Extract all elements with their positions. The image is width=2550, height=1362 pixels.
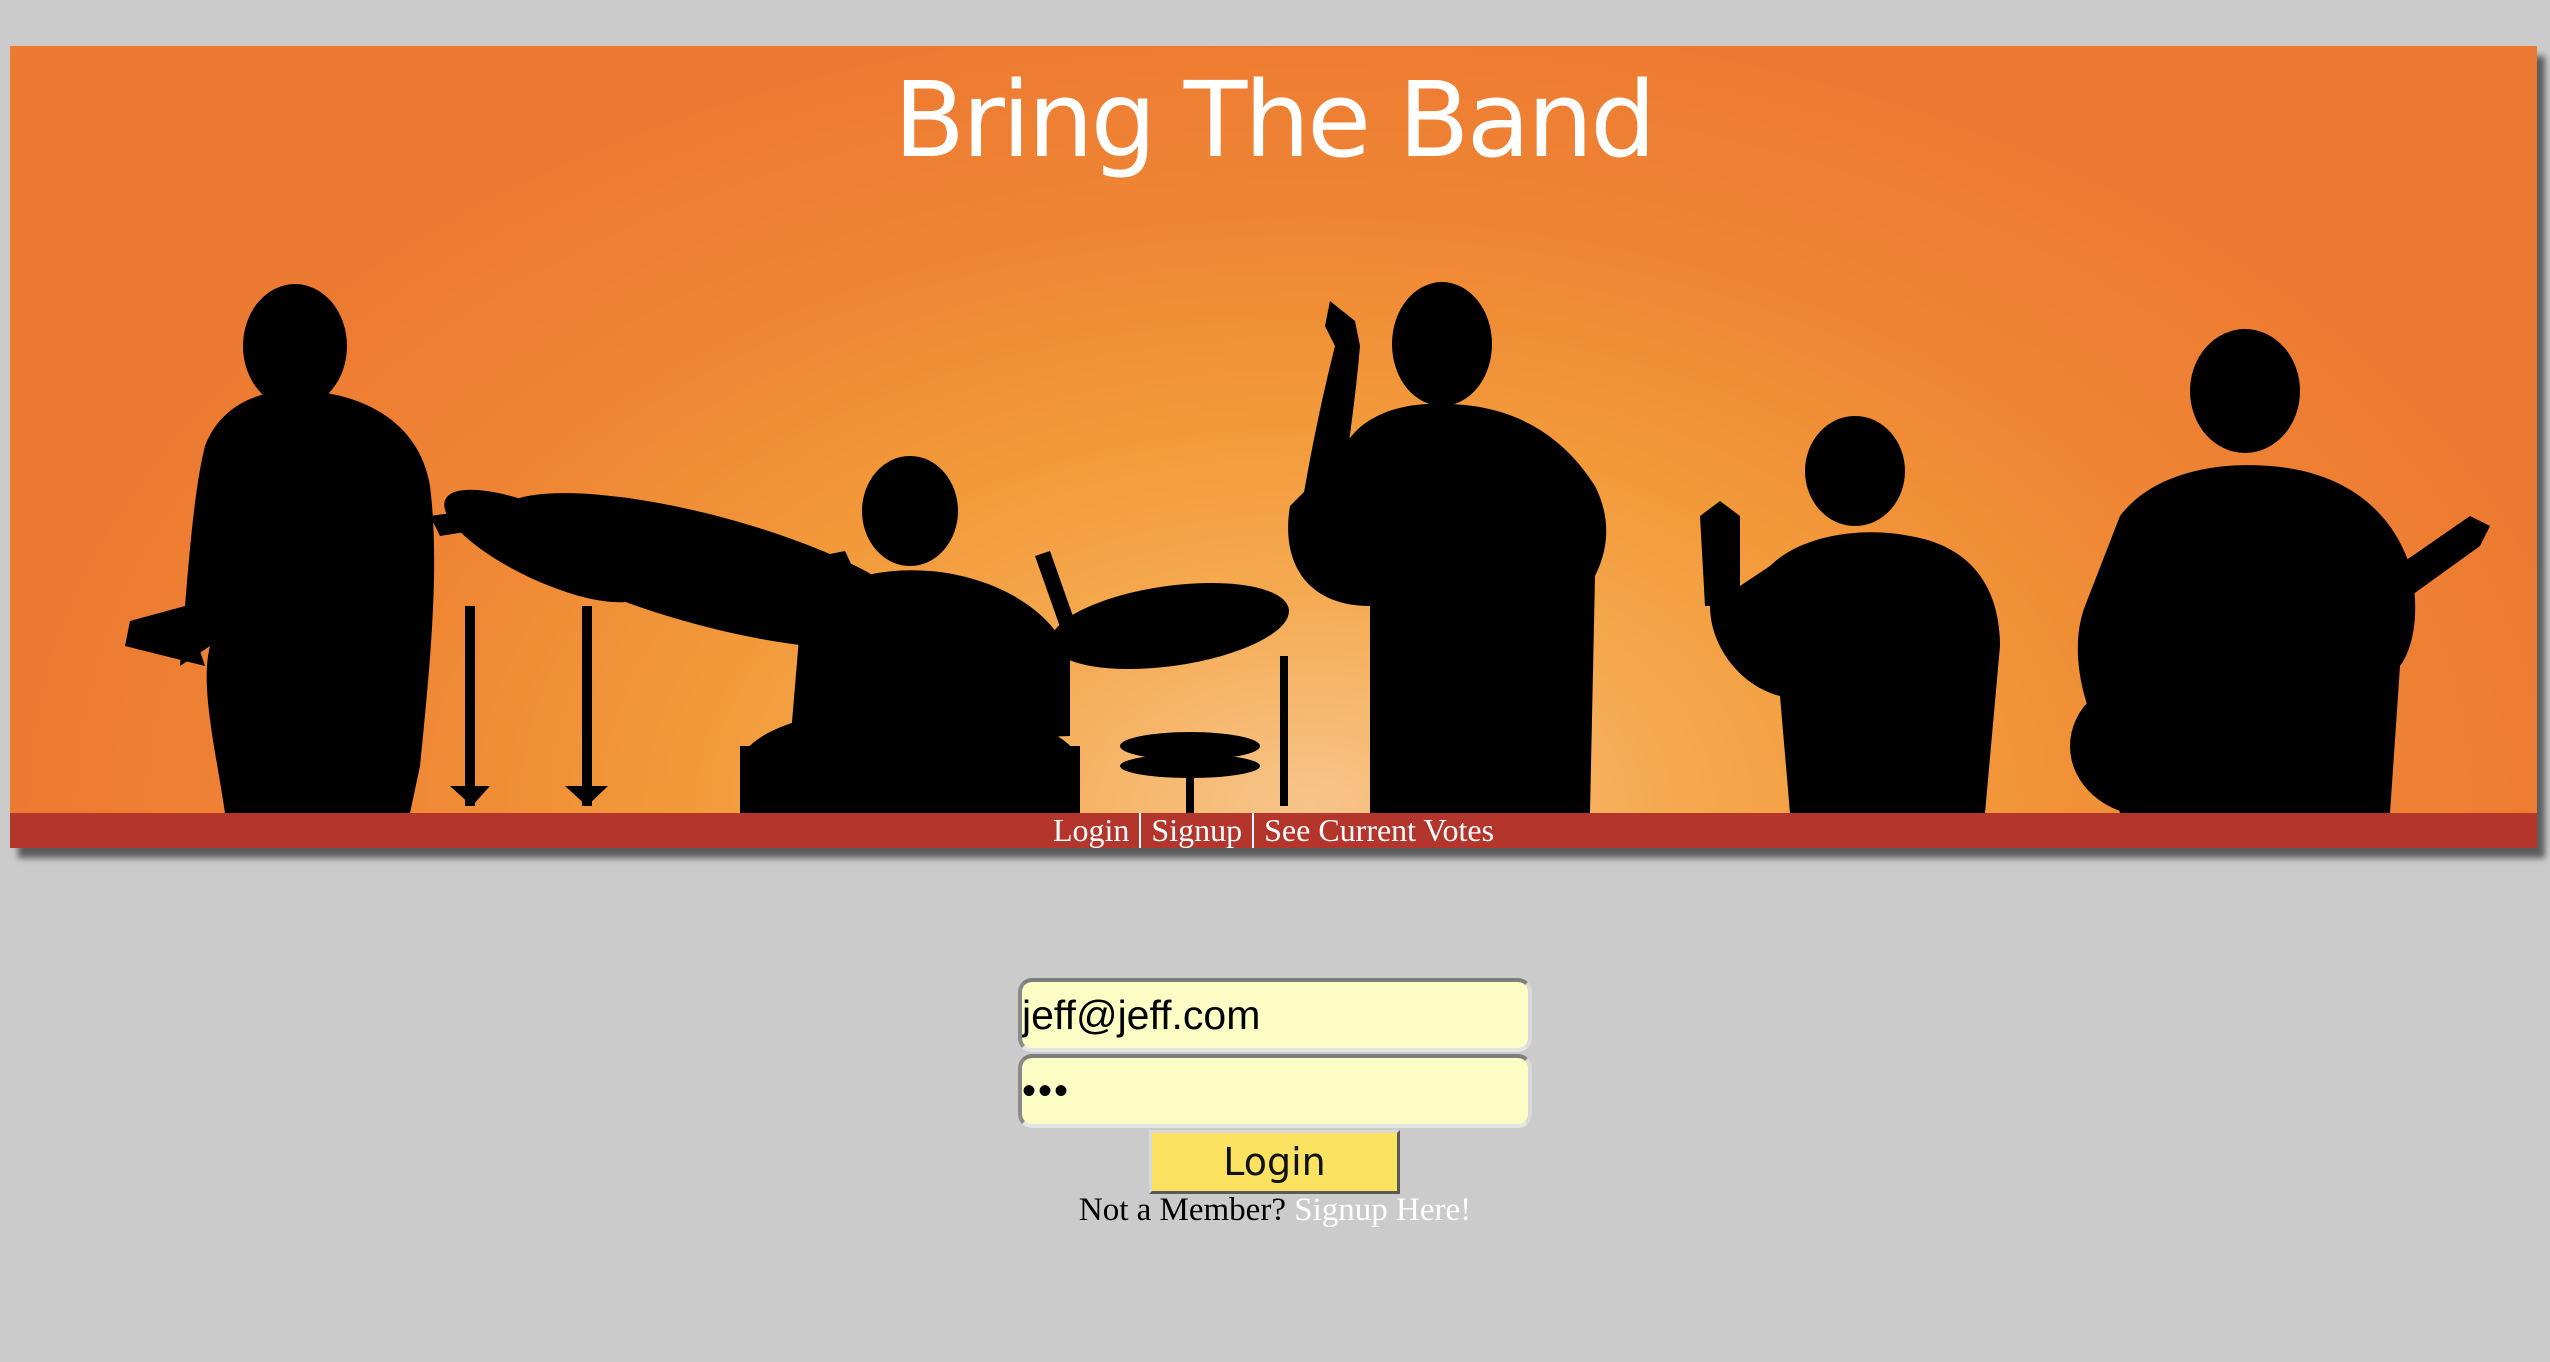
login-button[interactable]: Login — [1149, 1130, 1400, 1194]
nav-divider — [1252, 813, 1255, 848]
nav-bar: Login Signup See Current Votes — [10, 813, 2537, 848]
nav-login-link[interactable]: Login — [1053, 812, 1129, 848]
page: Bring The Band Login Signup See Current Vo… — [0, 0, 2550, 1362]
header-banner: Bring The Band Login Signup See Current Vo… — [10, 46, 2537, 848]
email-field[interactable] — [1018, 978, 1532, 1052]
nav-current-votes-link[interactable]: See Current Votes — [1264, 812, 1494, 848]
signup-prompt: Not a Member? Signup Here! — [1018, 1192, 1532, 1229]
nav-signup-link[interactable]: Signup — [1151, 812, 1242, 848]
login-form: Login Not a Member? Signup Here! — [1018, 978, 1532, 1228]
password-field[interactable] — [1018, 1054, 1532, 1128]
signup-here-link[interactable]: Signup Here! — [1294, 1192, 1471, 1228]
not-member-text: Not a Member? — [1078, 1192, 1286, 1228]
site-title: Bring The Band — [893, 59, 1656, 181]
nav-divider — [1139, 813, 1142, 848]
band-silhouette-image: Bring The Band — [10, 46, 2537, 813]
